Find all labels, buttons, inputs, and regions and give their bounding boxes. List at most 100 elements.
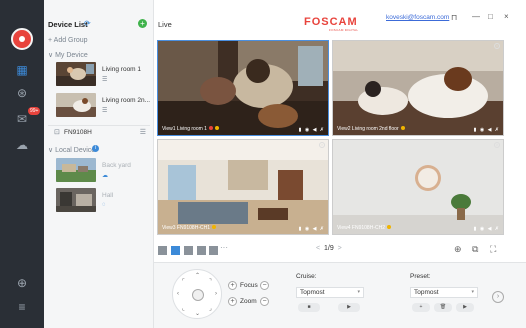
tile-label: View4 FN9108H-CH2 xyxy=(337,225,391,231)
alert-dot xyxy=(214,126,219,130)
header: Live FOSCAM FOSCAM DIGITAL koveski@fosca… xyxy=(154,0,526,38)
more-layouts-icon[interactable]: ··· xyxy=(220,243,228,252)
close-tile-icon[interactable]: × xyxy=(494,43,500,49)
maximize-button[interactable]: □ xyxy=(488,12,493,21)
cloud-sync-icon[interactable]: ☁ xyxy=(102,172,108,179)
device-name: Back yard xyxy=(102,162,131,169)
account-email-link[interactable]: koveski@foscam.com xyxy=(386,14,449,21)
video-grid: View1 Living room 1 ▮ ◉ ◀ ✗ × View2 Livi… xyxy=(157,40,504,235)
layout-9-icon[interactable] xyxy=(209,246,218,255)
video-tile-1[interactable]: View1 Living room 1 ▮ ◉ ◀ ✗ xyxy=(157,40,329,136)
layout-8-icon[interactable] xyxy=(197,246,206,255)
left-arrow-icon[interactable]: ‹ xyxy=(177,291,179,297)
tile-controls[interactable]: ▮ ◉ ◀ ✗ xyxy=(474,127,500,133)
cruise-select[interactable]: Topmost ▾ xyxy=(296,287,364,298)
ptz-icon[interactable]: ⊕ xyxy=(454,244,462,255)
nvr-group-fn9108h[interactable]: ⊡ FN9108H ☰ xyxy=(48,125,150,137)
message-badge: 99+ xyxy=(28,107,41,115)
focus-plus-button[interactable]: + xyxy=(228,281,237,290)
down-left-arrow-icon[interactable]: ⌞ xyxy=(182,305,185,312)
focus-minus-button[interactable]: − xyxy=(260,281,269,290)
minimize-button[interactable]: — xyxy=(472,12,480,21)
video-feed xyxy=(333,140,503,234)
lock-icon[interactable]: ⊓ xyxy=(451,13,457,22)
local-device-group[interactable]: ∨ Local Device xyxy=(48,146,95,154)
nvr-icon: ⊡ xyxy=(54,129,60,136)
pager: < 1/9 > xyxy=(316,245,342,252)
zoom-plus-button[interactable]: + xyxy=(228,297,237,306)
next-page-button[interactable]: > xyxy=(338,245,342,252)
zoom-label: Zoom xyxy=(240,298,257,305)
cruise-stop-button[interactable]: ■ xyxy=(298,303,320,312)
view-toolbar: ··· < 1/9 > ⊕ ⧉ ⛶ xyxy=(154,240,526,262)
video-feed xyxy=(333,41,503,135)
preset-add-button[interactable]: + xyxy=(412,303,430,312)
layout-6-icon[interactable] xyxy=(184,246,193,255)
add-device-button[interactable]: + xyxy=(138,19,147,28)
device-name: Living room 2n... xyxy=(102,97,151,104)
ptz-panel: ⌃ ⌄ ‹ › ⌜ ⌝ ⌞ ⌟ + Focus − + Zoom − Cruis… xyxy=(154,262,526,328)
up-left-arrow-icon[interactable]: ⌜ xyxy=(182,278,185,285)
preset-delete-button[interactable]: 🗑 xyxy=(434,303,452,312)
zoom-minus-button[interactable]: − xyxy=(260,297,269,306)
layout-1-icon[interactable] xyxy=(158,246,167,255)
device-item-back-yard[interactable]: Back yard ☁ xyxy=(56,158,151,184)
left-rail: ▦ ⊛ ✉ 99+ ☁ ⊕ ≡ xyxy=(0,0,44,328)
chevron-down-icon: ▾ xyxy=(357,289,360,295)
down-arrow-icon[interactable]: ⌄ xyxy=(195,310,200,317)
device-name: Living room 1 xyxy=(102,66,142,73)
right-arrow-icon[interactable]: › xyxy=(215,291,217,297)
nvr-label: FN9108H xyxy=(64,129,92,136)
add-icon[interactable]: ⊕ xyxy=(14,276,30,290)
fullscreen-icon[interactable]: ⛶ xyxy=(490,244,496,255)
up-arrow-icon[interactable]: ⌃ xyxy=(195,272,200,279)
live-view-icon[interactable]: ▦ xyxy=(14,63,30,77)
close-tile-icon[interactable]: × xyxy=(319,142,325,148)
window-icon[interactable]: ⧉ xyxy=(472,244,478,255)
video-feed xyxy=(158,41,328,135)
more-options-button[interactable]: › xyxy=(492,291,504,303)
video-tile-3[interactable]: × View3 FN9108H-CH1 ▮ ◉ ◀ ✗ xyxy=(157,139,329,235)
prev-page-button[interactable]: < xyxy=(316,245,320,252)
tile-controls[interactable]: ▮ ◉ ◀ ✗ xyxy=(474,226,500,232)
preset-go-button[interactable]: ▶ xyxy=(456,303,474,312)
device-item-hall[interactable]: Hall ◌ xyxy=(56,188,151,214)
close-tile-icon[interactable]: × xyxy=(494,142,500,148)
menu-icon[interactable]: ≡ xyxy=(14,300,30,314)
cloud-icon[interactable]: ☁ xyxy=(14,138,30,152)
chevron-down-icon: ▾ xyxy=(471,289,474,295)
device-list-title: Device List xyxy=(48,20,88,29)
down-right-arrow-icon[interactable]: ⌟ xyxy=(209,305,212,312)
settings-icon[interactable]: ☰ xyxy=(102,76,107,83)
refresh-icon[interactable]: ⟳ xyxy=(84,19,91,28)
logo-icon[interactable] xyxy=(11,28,33,50)
video-feed xyxy=(158,140,328,234)
cruise-play-button[interactable]: ▶ xyxy=(338,303,360,312)
device-item-living-room-2[interactable]: Living room 2n... ☰ xyxy=(56,93,151,119)
preset-select[interactable]: Topmost ▾ xyxy=(410,287,478,298)
brand-logo: FOSCAM xyxy=(304,16,358,28)
add-group-button[interactable]: + Add Group xyxy=(48,37,88,44)
preset-value: Topmost xyxy=(414,289,439,296)
info-icon[interactable]: i xyxy=(92,145,99,152)
layout-4-icon[interactable] xyxy=(171,246,180,255)
video-tile-4[interactable]: × View4 FN9108H-CH2 ▮ ◉ ◀ ✗ xyxy=(332,139,504,235)
focus-label: Focus xyxy=(240,282,258,289)
my-device-group[interactable]: ∨ My Device xyxy=(48,51,88,59)
device-sidebar: Device List ⟳ + + Add Group ∨ My Device … xyxy=(44,0,154,328)
ptz-joystick[interactable]: ⌃ ⌄ ‹ › ⌜ ⌝ ⌞ ⌟ xyxy=(172,269,222,319)
nvr-settings-icon[interactable]: ☰ xyxy=(140,128,146,136)
settings-icon[interactable]: ☰ xyxy=(102,107,107,114)
close-button[interactable]: × xyxy=(504,12,509,21)
device-thumbnail xyxy=(56,158,96,182)
tile-controls[interactable]: ▮ ◉ ◀ ✗ xyxy=(299,127,325,133)
device-thumbnail xyxy=(56,188,96,212)
brand-subtitle: FOSCAM DIGITAL xyxy=(329,28,359,32)
tile-controls[interactable]: ▮ ◉ ◀ ✗ xyxy=(299,226,325,232)
playback-icon[interactable]: ⊛ xyxy=(14,86,30,100)
video-tile-2[interactable]: × View2 Living room 2nd floor ▮ ◉ ◀ ✗ xyxy=(332,40,504,136)
message-icon[interactable]: ✉ xyxy=(14,112,30,126)
up-right-arrow-icon[interactable]: ⌝ xyxy=(209,278,212,285)
device-item-living-room-1[interactable]: Living room 1 ☰ xyxy=(56,62,151,88)
ptz-center-button[interactable] xyxy=(192,289,204,301)
